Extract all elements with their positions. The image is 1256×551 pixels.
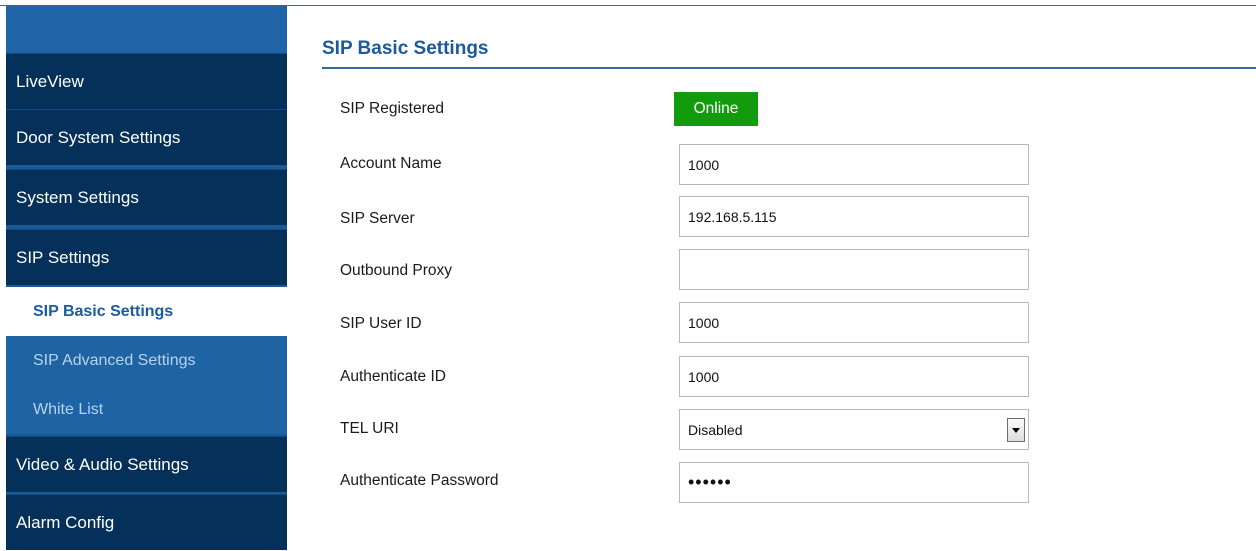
sip-user-id-input[interactable]	[679, 302, 1029, 343]
sidebar-item-door-system-settings[interactable]: Door System Settings	[6, 109, 287, 165]
sidebar-item-liveview[interactable]: LiveView	[6, 53, 287, 109]
chevron-down-icon	[1012, 428, 1020, 433]
sidebar-nav: LiveView Door System Settings System Set…	[6, 6, 287, 550]
tel-uri-selected-value: Disabled	[688, 422, 743, 438]
outbound-proxy-label: Outbound Proxy	[340, 262, 453, 279]
sidebar-item-sip-settings[interactable]: SIP Settings	[6, 229, 287, 285]
page-title: SIP Basic Settings	[322, 38, 489, 59]
dropdown-button[interactable]	[1007, 418, 1025, 442]
authenticate-id-input[interactable]	[679, 356, 1029, 397]
tel-uri-label: TEL URI	[340, 420, 399, 437]
sip-user-id-label: SIP User ID	[340, 315, 422, 332]
sip-server-input[interactable]	[679, 196, 1029, 237]
sidebar-item-alarm-config[interactable]: Alarm Config	[6, 494, 287, 550]
authenticate-id-label: Authenticate ID	[340, 368, 446, 385]
authenticate-password-label: Authenticate Password	[340, 472, 499, 489]
sip-registered-label: SIP Registered	[340, 100, 444, 117]
sip-server-label: SIP Server	[340, 210, 415, 227]
account-name-label: Account Name	[340, 155, 442, 172]
sidebar-subitem-sip-basic-settings[interactable]: SIP Basic Settings	[6, 287, 287, 336]
sidebar-header	[6, 6, 287, 53]
authenticate-password-input[interactable]	[679, 462, 1029, 503]
sidebar-subitem-white-list[interactable]: White List	[6, 385, 287, 434]
title-divider	[322, 67, 1256, 69]
sidebar-item-system-settings[interactable]: System Settings	[6, 169, 287, 225]
sidebar-item-video-audio-settings[interactable]: Video & Audio Settings	[6, 436, 287, 492]
outbound-proxy-input[interactable]	[679, 249, 1029, 290]
account-name-input[interactable]	[679, 144, 1029, 185]
sidebar-subitem-sip-advanced-settings[interactable]: SIP Advanced Settings	[6, 336, 287, 385]
sip-status-badge: Online	[674, 92, 758, 126]
tel-uri-select[interactable]: Disabled	[679, 409, 1029, 450]
